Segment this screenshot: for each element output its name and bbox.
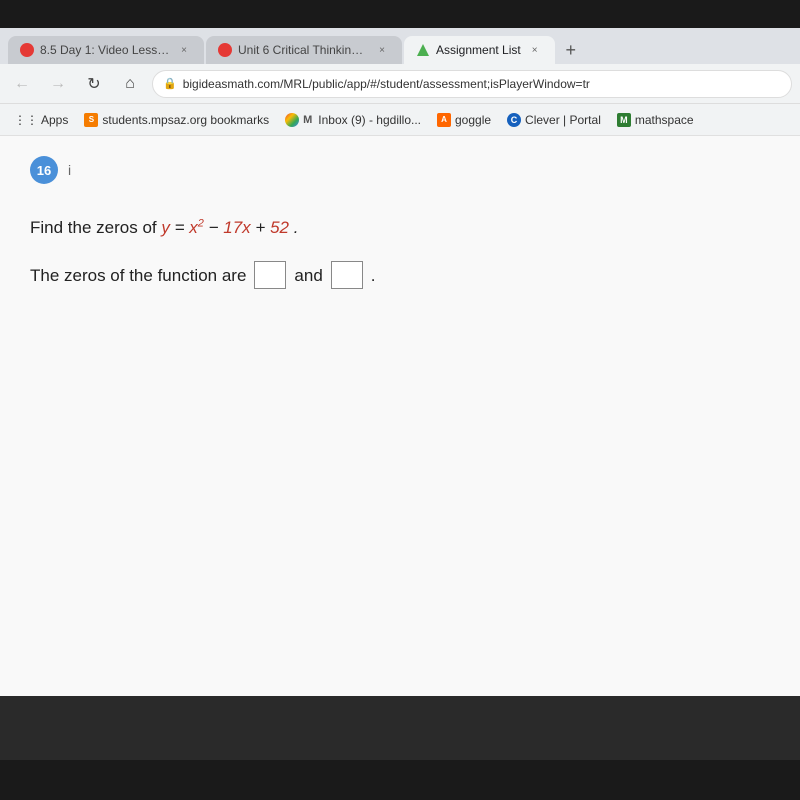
answer-input-2[interactable] <box>331 261 363 289</box>
tab-3-favicon <box>416 43 430 57</box>
bezel-top <box>0 0 800 28</box>
eq-period: . <box>294 218 299 237</box>
bookmark-apps-label: Apps <box>41 113 68 127</box>
bezel-bottom <box>0 760 800 800</box>
mathspace-favicon: M <box>617 113 631 127</box>
bookmark-inbox-label: Inbox (9) - hgdillo... <box>318 113 421 127</box>
bookmark-mathspace[interactable]: M mathspace <box>611 111 700 129</box>
tab-3-title: Assignment List <box>436 43 521 57</box>
eq-52: 52 <box>270 218 289 237</box>
home-button[interactable]: ⌂ <box>116 70 144 98</box>
browser-window: 8.5 Day 1: Video Lesson with n × Unit 6 … <box>0 28 800 696</box>
tab-3[interactable]: Assignment List × <box>404 36 555 64</box>
answer-prefix: The zeros of the function are <box>30 262 246 289</box>
lock-icon: 🔒 <box>163 77 177 90</box>
answer-suffix: . <box>371 262 376 289</box>
clever-favicon: C <box>507 113 521 127</box>
back-button[interactable]: ← <box>8 70 36 98</box>
bookmark-goggle[interactable]: A goggle <box>431 111 497 129</box>
gmail-favicon <box>285 113 299 127</box>
goggle-favicon: A <box>437 113 451 127</box>
tab-2-title: Unit 6 Critical Thinking Questi <box>238 43 368 57</box>
answer-row: The zeros of the function are and . <box>30 261 770 289</box>
apps-grid-icon: ⋮⋮ <box>14 113 38 127</box>
eq-minus: − <box>209 218 224 237</box>
gmail-m-icon: M <box>303 114 312 126</box>
eq-equals: = <box>175 218 190 237</box>
question-number: 16 <box>30 156 58 184</box>
bookmark-students[interactable]: S students.mpsaz.org bookmarks <box>78 111 275 129</box>
bookmark-mathspace-label: mathspace <box>635 113 694 127</box>
bookmark-clever[interactable]: C Clever | Portal <box>501 111 607 129</box>
new-tab-button[interactable]: + <box>557 36 585 64</box>
bookmarks-bar: ⋮⋮ Apps S students.mpsaz.org bookmarks M… <box>0 104 800 136</box>
question-prompt: Find the zeros of <box>30 218 161 237</box>
eq-plus: + <box>255 218 270 237</box>
eq-x2: x2 <box>189 218 204 237</box>
bookmark-goggle-label: goggle <box>455 113 491 127</box>
bookmark-clever-label: Clever | Portal <box>525 113 601 127</box>
students-favicon: S <box>84 113 98 127</box>
tab-1-favicon <box>20 43 34 57</box>
question-header: 16 i <box>30 156 770 184</box>
equation: y = x2 − 17x + 52 . <box>161 218 298 237</box>
address-text: bigideasmath.com/MRL/public/app/#/studen… <box>183 77 590 91</box>
forward-button[interactable]: → <box>44 70 72 98</box>
answer-and: and <box>294 262 322 289</box>
eq-y: y <box>161 218 170 237</box>
page-content: 16 i Find the zeros of y = x2 − 17x + 52… <box>0 136 800 696</box>
tab-1-close[interactable]: × <box>176 42 192 58</box>
tab-3-close[interactable]: × <box>527 42 543 58</box>
tab-1-title: 8.5 Day 1: Video Lesson with n <box>40 43 170 57</box>
bookmark-students-label: students.mpsaz.org bookmarks <box>102 113 269 127</box>
tab-1[interactable]: 8.5 Day 1: Video Lesson with n × <box>8 36 204 64</box>
toolbar: ← → ↻ ⌂ 🔒 bigideasmath.com/MRL/public/ap… <box>0 64 800 104</box>
answer-input-1[interactable] <box>254 261 286 289</box>
question-text: Find the zeros of y = x2 − 17x + 52 . <box>30 214 770 241</box>
address-bar[interactable]: 🔒 bigideasmath.com/MRL/public/app/#/stud… <box>152 70 792 98</box>
tab-2-close[interactable]: × <box>374 42 390 58</box>
bookmark-inbox[interactable]: M Inbox (9) - hgdillo... <box>279 111 427 129</box>
refresh-button[interactable]: ↻ <box>80 70 108 98</box>
tab-bar: 8.5 Day 1: Video Lesson with n × Unit 6 … <box>0 28 800 64</box>
question-body: Find the zeros of y = x2 − 17x + 52 . Th… <box>30 214 770 289</box>
info-icon[interactable]: i <box>68 162 71 178</box>
tab-2-favicon <box>218 43 232 57</box>
eq-17x: 17x <box>223 218 250 237</box>
bookmark-apps[interactable]: ⋮⋮ Apps <box>8 111 74 129</box>
tab-2[interactable]: Unit 6 Critical Thinking Questi × <box>206 36 402 64</box>
